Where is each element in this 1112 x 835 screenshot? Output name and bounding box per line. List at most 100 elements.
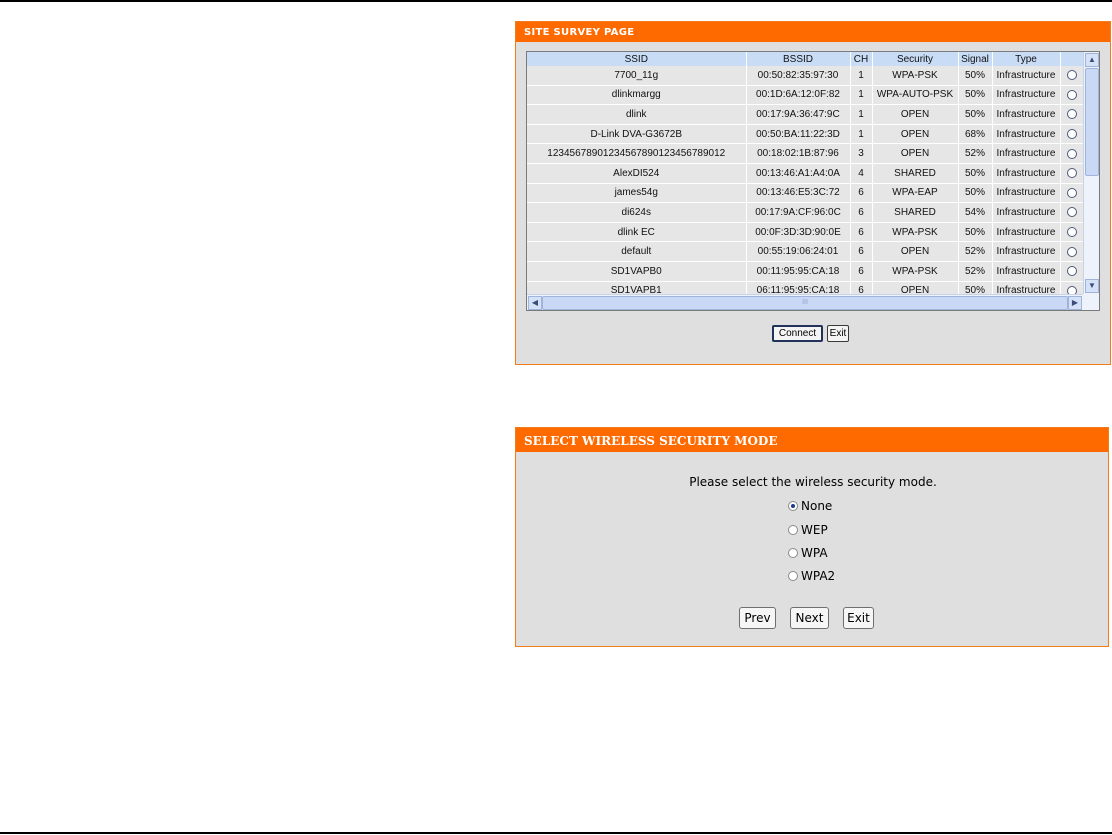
- cell-bssid: 00:50:82:35:97:30: [746, 66, 851, 86]
- cell-select[interactable]: [1060, 163, 1083, 184]
- horizontal-scroll-thumb[interactable]: III: [542, 296, 1068, 310]
- security-option-wpa2[interactable]: WPA2: [788, 567, 835, 585]
- cell-bssid: 00:17:9A:36:47:9C: [746, 104, 851, 125]
- cell-ch: 1: [850, 85, 873, 106]
- security-option-none[interactable]: None: [788, 497, 832, 515]
- security-option-wep[interactable]: WEP: [788, 521, 828, 539]
- table-row[interactable]: james54g 00:13:46:E5:3C:72 6 WPA-EAP 50% Infr…: [527, 183, 1083, 204]
- cell-bssid: 00:0F:3D:3D:90:0E: [746, 222, 851, 243]
- cell-select[interactable]: [1060, 222, 1083, 243]
- radio-icon[interactable]: [1066, 285, 1077, 294]
- column-header-ch: CH: [850, 52, 873, 66]
- cell-type: Infrastructure: [992, 183, 1061, 204]
- table-row[interactable]: 7700_11g 00:50:82:35:97:30 1 WPA-PSK 50% Infr…: [527, 66, 1083, 86]
- site-survey-table-viewport: SSID BSSID CH Security Signal Type 7700_…: [527, 52, 1083, 294]
- option-label: WPA: [801, 546, 828, 560]
- cell-signal: 50%: [958, 281, 993, 294]
- cell-select[interactable]: [1060, 241, 1083, 262]
- table-row[interactable]: dlink 00:17:9A:36:47:9C 1 OPEN 50% Infrastruc…: [527, 104, 1083, 125]
- radio-icon[interactable]: [1066, 226, 1077, 237]
- cell-select[interactable]: [1060, 143, 1083, 164]
- radio-selected-icon[interactable]: [788, 501, 798, 511]
- cell-ssid: di624s: [527, 202, 747, 223]
- cell-type: Infrastructure: [992, 124, 1061, 145]
- cell-ch: 6: [850, 241, 873, 262]
- cell-ch: 6: [850, 261, 873, 282]
- cell-ch: 1: [850, 66, 873, 86]
- prev-button[interactable]: Prev: [739, 607, 776, 629]
- radio-icon[interactable]: [1066, 109, 1077, 120]
- radio-icon[interactable]: [1066, 70, 1077, 81]
- cell-ch: 3: [850, 143, 873, 164]
- radio-icon[interactable]: [788, 571, 798, 581]
- radio-icon[interactable]: [788, 548, 798, 558]
- security-exit-button[interactable]: Exit: [843, 607, 874, 629]
- table-row[interactable]: SD1VAPB0 00:11:95:95:CA:18 6 WPA-PSK 52% Infr…: [527, 261, 1083, 282]
- site-survey-table-frame: SSID BSSID CH Security Signal Type 7700_…: [526, 51, 1100, 311]
- site-survey-title: SITE SURVEY PAGE: [516, 22, 1110, 42]
- radio-icon[interactable]: [1066, 128, 1077, 139]
- cell-ssid: D-Link DVA-G3672B: [527, 124, 747, 145]
- site-survey-table: SSID BSSID CH Security Signal Type 7700_…: [527, 52, 1083, 294]
- cell-select[interactable]: [1060, 104, 1083, 125]
- cell-security: SHARED: [872, 163, 959, 184]
- radio-icon[interactable]: [1066, 246, 1077, 257]
- survey-exit-button[interactable]: Exit: [827, 325, 849, 342]
- cell-select[interactable]: [1060, 124, 1083, 145]
- site-survey-table-body: 7700_11g 00:50:82:35:97:30 1 WPA-PSK 50% Infr…: [527, 66, 1083, 294]
- cell-type: Infrastructure: [992, 85, 1061, 106]
- scroll-right-arrow-icon[interactable]: ▶: [1068, 296, 1082, 310]
- cell-type: Infrastructure: [992, 261, 1061, 282]
- cell-select[interactable]: [1060, 183, 1083, 204]
- security-option-wpa[interactable]: WPA: [788, 544, 828, 562]
- cell-signal: 50%: [958, 85, 993, 106]
- column-header-security: Security: [872, 52, 959, 66]
- cell-select[interactable]: [1060, 66, 1083, 86]
- scroll-down-arrow-icon[interactable]: ▼: [1085, 279, 1099, 293]
- column-header-signal: Signal: [958, 52, 993, 66]
- table-row[interactable]: dlink EC 00:0F:3D:3D:90:0E 6 WPA-PSK 50% Infr…: [527, 222, 1083, 243]
- cell-bssid: 00:18:02:1B:87:96: [746, 143, 851, 164]
- table-row[interactable]: D-Link DVA-G3672B 00:50:BA:11:22:3D 1 OPEN 6…: [527, 124, 1083, 145]
- connect-button[interactable]: Connect: [772, 325, 823, 342]
- cell-type: Infrastructure: [992, 104, 1061, 125]
- cell-ch: 6: [850, 202, 873, 223]
- cell-security: OPEN: [872, 143, 959, 164]
- scroll-up-arrow-icon[interactable]: ▲: [1085, 53, 1099, 67]
- radio-icon[interactable]: [1066, 207, 1077, 218]
- cell-security: WPA-PSK: [872, 222, 959, 243]
- cell-security: WPA-AUTO-PSK: [872, 85, 959, 106]
- cell-select[interactable]: [1060, 261, 1083, 282]
- cell-signal: 52%: [958, 143, 993, 164]
- cell-ssid: 12345678901234567890123456789012: [527, 143, 747, 164]
- table-row[interactable]: dlinkmargg 00:1D:6A:12:0F:82 1 WPA-AUTO-PSK…: [527, 85, 1083, 106]
- cell-ch: 4: [850, 163, 873, 184]
- table-row[interactable]: default 00:55:19:06:24:01 6 OPEN 52% Infrastr…: [527, 241, 1083, 262]
- radio-icon[interactable]: [1066, 266, 1077, 277]
- table-row[interactable]: di624s 00:17:9A:CF:96:0C 6 SHARED 54% Infrast…: [527, 202, 1083, 223]
- radio-icon[interactable]: [1066, 148, 1077, 159]
- next-button[interactable]: Next: [790, 607, 829, 629]
- table-row[interactable]: SD1VAPB1 06:11:95:95:CA:18 6 OPEN 50% Infrast…: [527, 281, 1083, 294]
- cell-signal: 52%: [958, 241, 993, 262]
- cell-select[interactable]: [1060, 281, 1083, 294]
- table-row[interactable]: 12345678901234567890123456789012 00:18:02…: [527, 143, 1083, 164]
- cell-select[interactable]: [1060, 202, 1083, 223]
- option-label: WPA2: [801, 569, 836, 583]
- scroll-left-arrow-icon[interactable]: ◀: [528, 296, 542, 310]
- vertical-scroll-thumb[interactable]: [1085, 68, 1099, 176]
- horizontal-scrollbar[interactable]: ◀ III ▶: [527, 294, 1083, 310]
- cell-security: WPA-EAP: [872, 183, 959, 204]
- cell-select[interactable]: [1060, 85, 1083, 106]
- vertical-scrollbar[interactable]: ▲ ▼: [1083, 52, 1099, 294]
- top-rule: [0, 0, 1112, 2]
- radio-icon[interactable]: [1066, 168, 1077, 179]
- cell-signal: 50%: [958, 104, 993, 125]
- column-header-type: Type: [992, 52, 1061, 66]
- radio-icon[interactable]: [1066, 89, 1077, 100]
- radio-icon[interactable]: [1066, 187, 1077, 198]
- table-row[interactable]: AlexDI524 00:13:46:A1:A4:0A 4 SHARED 50% Infr…: [527, 163, 1083, 184]
- radio-icon[interactable]: [788, 525, 798, 535]
- cell-ch: 6: [850, 281, 873, 294]
- column-header-select: [1060, 52, 1083, 66]
